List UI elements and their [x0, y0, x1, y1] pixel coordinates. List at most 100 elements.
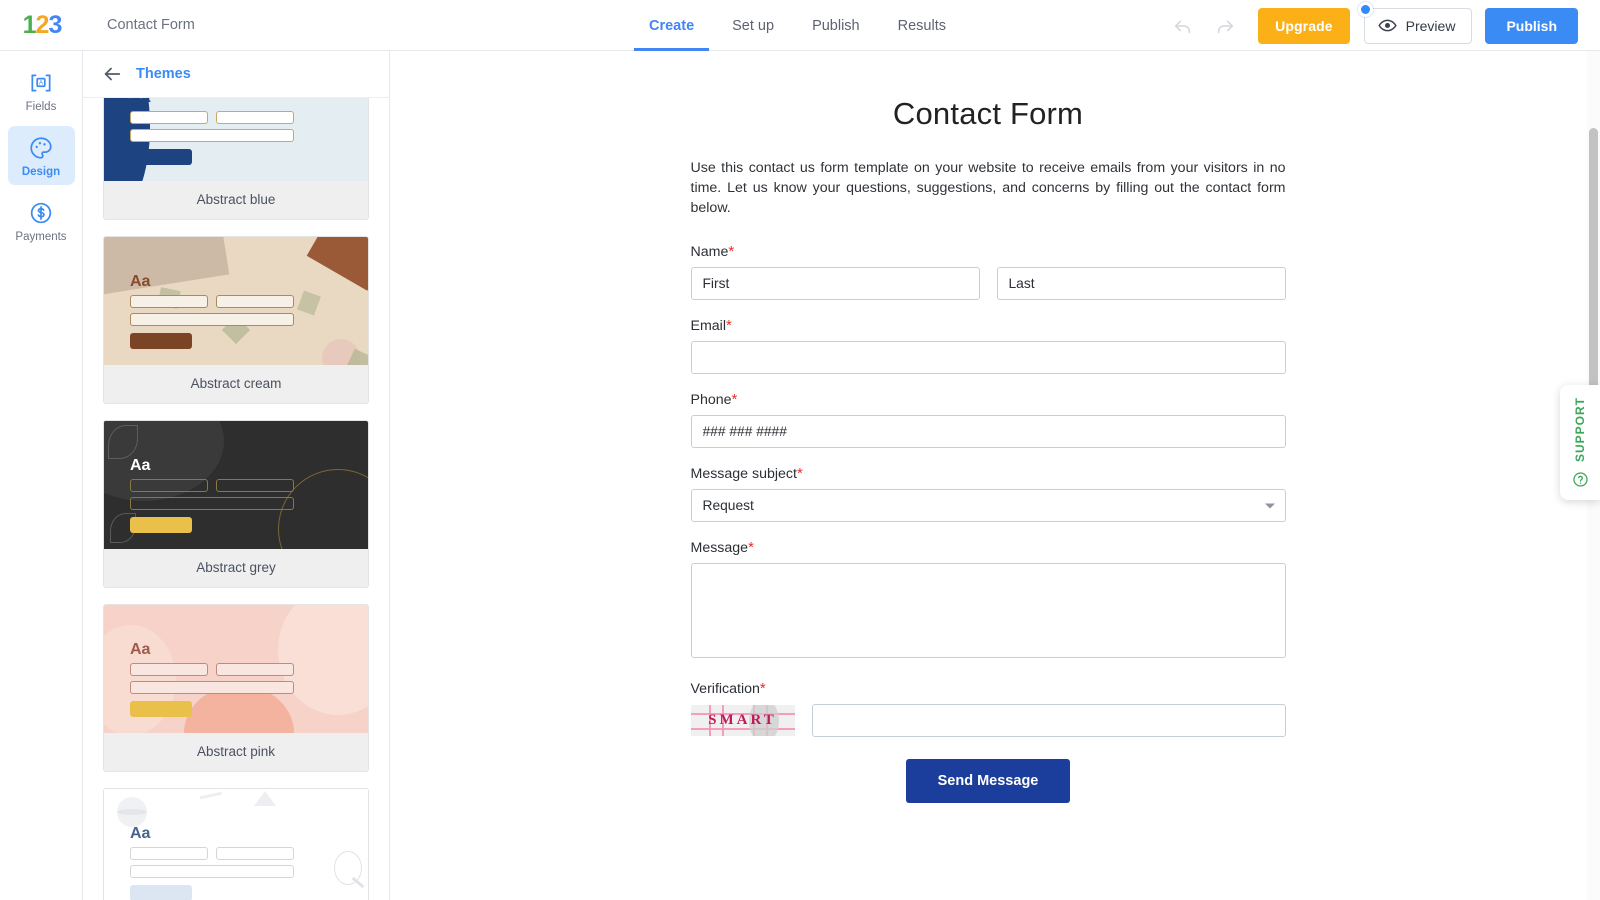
sidebar-item-fields[interactable]: A Fields [8, 61, 75, 120]
preview-button-label: Preview [1405, 17, 1456, 34]
message-subject-select-wrapper [690, 489, 1286, 523]
field-message-label-text: Message [690, 540, 749, 557]
field-verification-label: Verification* [691, 681, 1286, 697]
upgrade-button[interactable]: Upgrade [1258, 7, 1350, 44]
tab-create[interactable]: Create [630, 0, 713, 51]
theme-thumb-aa: Aa [130, 273, 151, 290]
email-input[interactable] [690, 341, 1286, 375]
required-marker: * [796, 465, 803, 483]
field-message-subject-label-text: Message subject [690, 466, 797, 483]
left-rail: A Fields Design Payments [0, 51, 83, 900]
theme-card-label: Abstract grey [196, 560, 276, 575]
eye-icon [1378, 16, 1397, 35]
sidebar-item-design-label: Design [21, 166, 61, 178]
captcha-text: SMART [708, 712, 777, 729]
field-verification: Verification* SMART [690, 681, 1286, 738]
theme-card-label: Abstract cream [190, 376, 282, 391]
top-bar-actions: Upgrade Preview Publish [1162, 0, 1578, 51]
tab-setup[interactable]: Set up [713, 0, 793, 51]
theme-thumb: Aa [104, 421, 368, 549]
dollar-circle-icon [28, 200, 54, 226]
field-verification-label-text: Verification [690, 681, 760, 698]
last-name-input[interactable] [996, 267, 1286, 301]
sidebar-item-payments[interactable]: Payments [8, 191, 75, 250]
theme-thumb-aa: Aa [130, 98, 150, 107]
required-marker: * [748, 539, 754, 557]
form-description[interactable]: Use this contact us form template on you… [691, 158, 1286, 218]
arrow-left-icon[interactable] [101, 63, 123, 85]
form-canvas: Contact Form Use this contact us form te… [390, 51, 1586, 900]
main-tabs: Create Set up Publish Results [630, 0, 965, 51]
field-name-label-text: Name [690, 244, 729, 261]
field-phone-label-text: Phone [690, 392, 732, 409]
redo-icon[interactable] [1204, 5, 1246, 47]
preview-notification-badge [1357, 1, 1373, 17]
theme-thumb: Aa [104, 605, 368, 733]
tab-results[interactable]: Results [879, 0, 965, 51]
captcha-image: SMART [690, 705, 795, 737]
123-logo[interactable]: 123 [0, 10, 84, 39]
required-marker: * [728, 243, 735, 261]
theme-thumb: Aa [104, 237, 368, 365]
question-circle-icon [1572, 471, 1589, 488]
required-marker: * [725, 317, 732, 335]
theme-card-abstract-grey[interactable]: Aa Abstract grey [103, 420, 369, 588]
publish-button[interactable]: Publish [1485, 7, 1578, 44]
themes-panel-title: Themes [136, 66, 191, 82]
field-email-label-text: Email [690, 318, 726, 335]
name-inputs-row [690, 267, 1286, 301]
phone-input[interactable] [690, 415, 1286, 449]
themes-panel-header: Themes [83, 51, 389, 98]
verification-input[interactable] [811, 704, 1286, 738]
field-message-subject: Message subject* [690, 466, 1286, 523]
form-name-label[interactable]: Contact Form [107, 17, 195, 33]
message-subject-select[interactable] [690, 489, 1286, 523]
verification-row: SMART [690, 704, 1286, 738]
field-name: Name* [690, 244, 1286, 301]
logo-digit-2: 2 [35, 10, 50, 39]
theme-thumb: Aa [104, 98, 368, 181]
theme-card-label: Abstract blue [196, 192, 276, 207]
theme-card-abstract-cream[interactable]: Aa Abstract cream [103, 236, 369, 404]
theme-card-partial[interactable]: Aa [103, 788, 369, 900]
theme-thumb-aa: Aa [130, 641, 151, 658]
theme-thumb: Aa [104, 789, 368, 900]
field-message-subject-label: Message subject* [691, 466, 1286, 482]
theme-thumb-aa: Aa [130, 457, 151, 474]
top-bar: 123 Contact Form Create Set up Publish R… [0, 0, 1600, 51]
logo-digit-3: 3 [48, 10, 62, 39]
theme-thumb-aa: Aa [130, 825, 151, 842]
fields-icon: A [28, 70, 54, 96]
preview-button-wrapper: Preview [1357, 1, 1473, 44]
message-textarea[interactable] [690, 563, 1286, 659]
theme-card-abstract-pink[interactable]: Aa Abstract pink [103, 604, 369, 772]
field-name-label: Name* [691, 244, 1286, 260]
logo-digit-1: 1 [22, 10, 37, 39]
field-phone: Phone* [690, 392, 1286, 449]
required-marker: * [731, 391, 738, 409]
undo-icon[interactable] [1162, 5, 1204, 47]
tab-publish[interactable]: Publish [793, 0, 879, 51]
support-label: SUPPORT [1573, 397, 1587, 463]
theme-card-label: Abstract pink [196, 744, 276, 759]
sidebar-item-fields-label: Fields [25, 101, 57, 113]
sidebar-item-design[interactable]: Design [7, 126, 75, 185]
required-marker: * [759, 680, 766, 698]
form-container: Contact Form Use this contact us form te… [690, 51, 1286, 804]
preview-button[interactable]: Preview [1363, 7, 1473, 44]
field-email: Email* [690, 318, 1286, 375]
theme-card-abstract-blue[interactable]: Aa Abstract blue [103, 98, 369, 220]
submit-row: Send Message [691, 759, 1286, 804]
sidebar-item-payments-label: Payments [15, 231, 67, 243]
themes-panel: Themes Aa Abstract blue [83, 51, 390, 900]
field-email-label: Email* [691, 318, 1286, 334]
field-message-label: Message* [691, 540, 1286, 556]
first-name-input[interactable] [690, 267, 980, 301]
field-phone-label: Phone* [691, 392, 1286, 408]
send-message-button[interactable]: Send Message [905, 759, 1071, 804]
palette-icon [28, 135, 54, 161]
field-message: Message* [690, 540, 1286, 663]
support-tab[interactable]: SUPPORT [1560, 385, 1600, 500]
themes-list[interactable]: Aa Abstract blue [83, 98, 389, 900]
page-title[interactable]: Contact Form [691, 96, 1286, 132]
